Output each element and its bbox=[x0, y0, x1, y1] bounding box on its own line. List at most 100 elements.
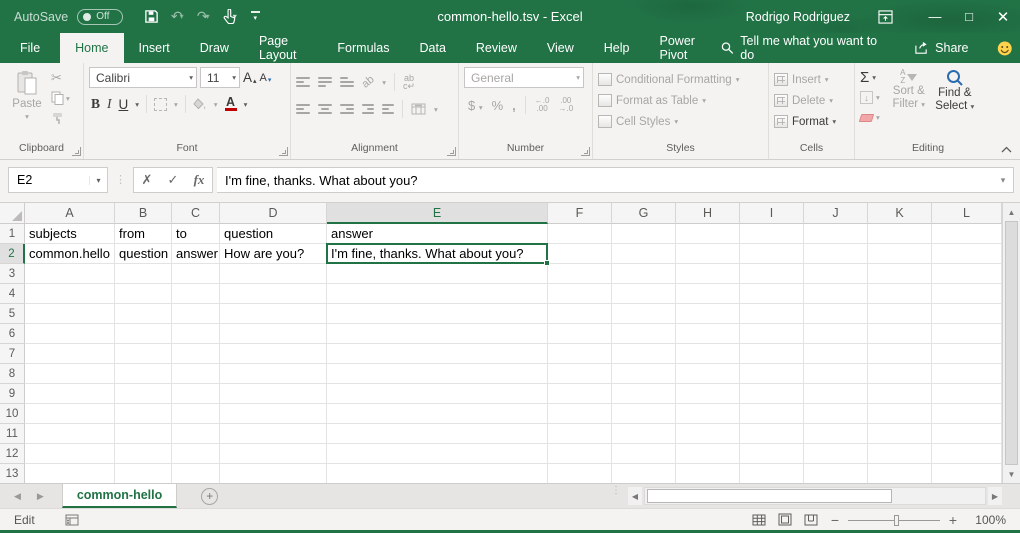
cell-F5[interactable] bbox=[548, 304, 612, 324]
cell-G8[interactable] bbox=[612, 364, 676, 384]
cell-H4[interactable] bbox=[676, 284, 740, 304]
cells-format-button[interactable]: Format▾ bbox=[774, 113, 836, 130]
comma-icon[interactable]: , bbox=[512, 98, 516, 113]
cell-G3[interactable] bbox=[612, 264, 676, 284]
cell-H2[interactable] bbox=[676, 244, 740, 264]
cell-D12[interactable] bbox=[220, 444, 327, 464]
cell-G10[interactable] bbox=[612, 404, 676, 424]
cell-K6[interactable] bbox=[868, 324, 932, 344]
tab-draw[interactable]: Draw bbox=[185, 33, 244, 63]
cell-A5[interactable] bbox=[25, 304, 115, 324]
cell-B10[interactable] bbox=[115, 404, 172, 424]
cell-K12[interactable] bbox=[868, 444, 932, 464]
row-header-9[interactable]: 9 bbox=[0, 384, 25, 404]
cell-D5[interactable] bbox=[220, 304, 327, 324]
minimize-button[interactable]: — bbox=[918, 0, 952, 33]
cell-K3[interactable] bbox=[868, 264, 932, 284]
cell-L4[interactable] bbox=[932, 284, 1002, 304]
sheet-tab[interactable]: common-hello bbox=[62, 484, 177, 508]
zoom-slider-thumb[interactable] bbox=[894, 515, 899, 526]
cell-B3[interactable] bbox=[115, 264, 172, 284]
cell-J3[interactable] bbox=[804, 264, 868, 284]
cell-E5[interactable] bbox=[327, 304, 548, 324]
cell-L5[interactable] bbox=[932, 304, 1002, 324]
increase-indent-icon[interactable] bbox=[382, 104, 394, 113]
cell-C3[interactable] bbox=[172, 264, 220, 284]
cell-L1[interactable] bbox=[932, 224, 1002, 244]
row-header-13[interactable]: 13 bbox=[0, 464, 25, 483]
cell-F6[interactable] bbox=[548, 324, 612, 344]
cell-B4[interactable] bbox=[115, 284, 172, 304]
align-left-icon[interactable] bbox=[296, 104, 310, 113]
cell-D10[interactable] bbox=[220, 404, 327, 424]
scroll-right-icon[interactable]: ▶ bbox=[988, 487, 1002, 505]
page-break-view-icon[interactable] bbox=[798, 510, 824, 530]
formula-expand-icon[interactable]: ▾ bbox=[993, 175, 1013, 186]
cell-F1[interactable] bbox=[548, 224, 612, 244]
styles-cell-styles-button[interactable]: Cell Styles▾ bbox=[598, 113, 739, 130]
cell-J11[interactable] bbox=[804, 424, 868, 444]
clipboard-dialog-launcher[interactable] bbox=[72, 147, 81, 156]
add-sheet-button[interactable]: + bbox=[201, 488, 218, 505]
cell-D8[interactable] bbox=[220, 364, 327, 384]
cell-H12[interactable] bbox=[676, 444, 740, 464]
tab-view[interactable]: View bbox=[532, 33, 589, 63]
column-header-b[interactable]: B bbox=[115, 203, 172, 224]
cell-G5[interactable] bbox=[612, 304, 676, 324]
tab-data[interactable]: Data bbox=[405, 33, 461, 63]
borders-icon[interactable] bbox=[154, 98, 167, 111]
cell-B13[interactable] bbox=[115, 464, 172, 483]
cell-E11[interactable] bbox=[327, 424, 548, 444]
percent-icon[interactable]: % bbox=[492, 98, 504, 113]
column-header-d[interactable]: D bbox=[220, 203, 327, 224]
cell-J13[interactable] bbox=[804, 464, 868, 483]
row-header-5[interactable]: 5 bbox=[0, 304, 25, 324]
redo-icon[interactable]: ↷▾ bbox=[192, 6, 214, 28]
align-top-icon[interactable] bbox=[296, 77, 310, 86]
cell-D13[interactable] bbox=[220, 464, 327, 483]
cell-J7[interactable] bbox=[804, 344, 868, 364]
align-right-icon[interactable] bbox=[340, 104, 354, 113]
cancel-icon[interactable]: ✗ bbox=[134, 172, 160, 188]
select-all-corner[interactable] bbox=[0, 203, 25, 224]
qat-customize-icon[interactable]: ▾ bbox=[244, 6, 266, 28]
cell-H7[interactable] bbox=[676, 344, 740, 364]
cell-I3[interactable] bbox=[740, 264, 804, 284]
cell-I8[interactable] bbox=[740, 364, 804, 384]
cell-I10[interactable] bbox=[740, 404, 804, 424]
zoom-slider[interactable] bbox=[848, 510, 940, 530]
format-painter-icon[interactable] bbox=[51, 110, 70, 126]
font-size-select[interactable]: 11▾ bbox=[200, 67, 240, 88]
cell-H1[interactable] bbox=[676, 224, 740, 244]
name-box-dropdown-icon[interactable]: ▾ bbox=[89, 176, 107, 185]
cell-E1[interactable]: answer bbox=[327, 224, 548, 244]
tab-page-layout[interactable]: Page Layout bbox=[244, 33, 322, 63]
cell-K4[interactable] bbox=[868, 284, 932, 304]
row-header-12[interactable]: 12 bbox=[0, 444, 25, 464]
font-dialog-launcher[interactable] bbox=[279, 147, 288, 156]
cell-B6[interactable] bbox=[115, 324, 172, 344]
cell-B2[interactable]: question bbox=[115, 244, 172, 264]
cell-H11[interactable] bbox=[676, 424, 740, 444]
cell-J4[interactable] bbox=[804, 284, 868, 304]
cell-C4[interactable] bbox=[172, 284, 220, 304]
cell-G12[interactable] bbox=[612, 444, 676, 464]
column-header-j[interactable]: J bbox=[804, 203, 868, 224]
find-select-button[interactable]: Find & Select ▾ bbox=[932, 67, 978, 142]
cell-A9[interactable] bbox=[25, 384, 115, 404]
cells-delete-button[interactable]: Delete▾ bbox=[774, 92, 836, 109]
styles-conditional-formatting-button[interactable]: Conditional Formatting▾ bbox=[598, 71, 739, 88]
cell-E12[interactable] bbox=[327, 444, 548, 464]
cell-K10[interactable] bbox=[868, 404, 932, 424]
cell-C2[interactable]: answer bbox=[172, 244, 220, 264]
cell-E13[interactable] bbox=[327, 464, 548, 483]
column-header-a[interactable]: A bbox=[25, 203, 115, 224]
copy-icon[interactable]: ▾ bbox=[51, 90, 70, 106]
share-button[interactable]: Share bbox=[914, 41, 968, 55]
ribbon-display-options-icon[interactable] bbox=[868, 0, 902, 33]
cell-F12[interactable] bbox=[548, 444, 612, 464]
cell-B1[interactable]: from bbox=[115, 224, 172, 244]
tab-power-pivot[interactable]: Power Pivot bbox=[645, 33, 721, 63]
align-center-icon[interactable] bbox=[318, 104, 332, 113]
underline-button[interactable]: U bbox=[119, 97, 129, 112]
